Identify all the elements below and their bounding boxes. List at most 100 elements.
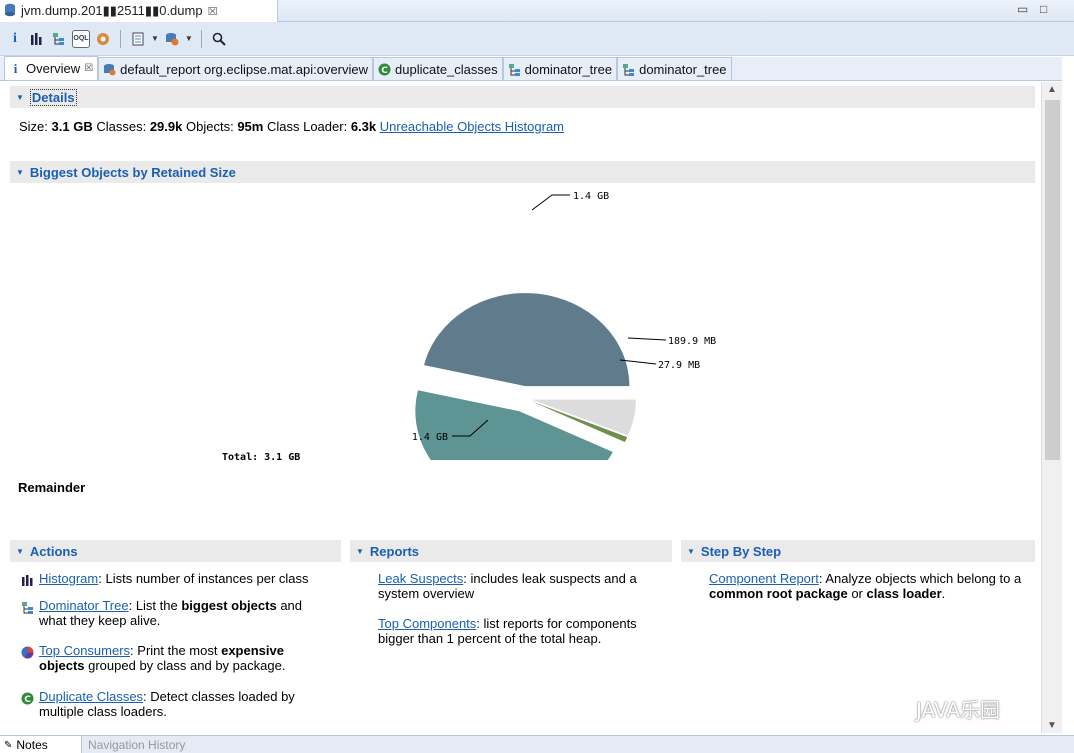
step-by-step-section-header[interactable]: ▼ Step By Step (681, 540, 1035, 562)
component-report-link[interactable]: Component Report (709, 571, 819, 586)
component-report-emphasis-package: common root package (709, 586, 848, 601)
reports-header-label[interactable]: Reports (370, 544, 419, 559)
action-top-consumers: Top Consumers: Print the most expensive … (20, 643, 329, 673)
dominator-tree-icon[interactable] (50, 30, 68, 48)
collapse-triangle-icon[interactable]: ▼ (356, 547, 364, 556)
result-tabs: i Overview ☒ default_report org.eclipse.… (0, 56, 1062, 81)
report-leak-suspects: Leak Suspects: includes leak suspects an… (378, 571, 663, 601)
histogram-icon[interactable] (28, 30, 46, 48)
step-by-step-header-label[interactable]: Step By Step (701, 544, 781, 559)
dominator-tree-link[interactable]: Dominator Tree (39, 598, 129, 613)
details-header-label[interactable]: Details (29, 88, 77, 106)
pie-label-leader (531, 194, 570, 211)
biggest-objects-header-label[interactable]: Biggest Objects by Retained Size (30, 165, 236, 180)
component-report-description: : Analyze objects which belong to a (818, 571, 1022, 586)
scroll-up-icon[interactable]: ▲ (1047, 84, 1057, 95)
collapse-triangle-icon[interactable]: ▼ (16, 93, 24, 102)
duplicate-classes-icon: C (378, 63, 391, 76)
collapse-triangle-icon[interactable]: ▼ (16, 168, 24, 177)
duplicate-classes-icon: C (20, 691, 34, 705)
reports-section-header[interactable]: ▼ Reports (350, 540, 672, 562)
tab-notes[interactable]: ✎ Notes (0, 736, 82, 753)
histogram-link[interactable]: Histogram (39, 571, 98, 586)
collapse-triangle-icon[interactable]: ▼ (687, 547, 695, 556)
pie-slice-label: 1.4 GB (573, 191, 609, 202)
actions-section-header[interactable]: ▼ Actions (10, 540, 341, 562)
histogram-description: : Lists number of instances per class (98, 571, 309, 586)
watermark-text: JAVA乐园 (916, 698, 1001, 722)
heap-dump-icon (4, 3, 16, 20)
info-icon[interactable]: i (6, 30, 24, 48)
action-duplicate-classes: C Duplicate Classes: Detect classes load… (20, 689, 329, 719)
details-section-header[interactable]: ▼ Details (10, 86, 1035, 108)
leak-suspects-icon[interactable] (163, 30, 181, 48)
component-report-period: . (941, 586, 946, 601)
leak-suspects-link[interactable]: Leak Suspects (378, 571, 463, 586)
tab-label: duplicate_classes (395, 61, 498, 77)
top-consumers-icon (20, 645, 34, 659)
toolbar-separator (200, 29, 202, 48)
search-icon[interactable] (210, 30, 228, 48)
tab-label: dominator_tree (524, 61, 613, 77)
wechat-logo-icon (880, 697, 910, 719)
editor-tab-title: jvm.dump.201▮▮2511▮▮0.dump (21, 3, 203, 18)
actions-header-label[interactable]: Actions (30, 544, 78, 559)
scroll-down-icon[interactable]: ▼ (1047, 720, 1057, 731)
scrollbar-thumb[interactable] (1045, 100, 1060, 460)
details-summary: Size: 3.1 GB Classes: 29.9k Objects: 95m… (19, 119, 564, 134)
top-consumers-link[interactable]: Top Consumers (39, 643, 130, 658)
report-icon (103, 63, 116, 76)
editor-title-bar: jvm.dump.201▮▮2511▮▮0.dump ☒ ▭ □ (0, 0, 1074, 22)
editor-tab-heap-dump[interactable]: jvm.dump.201▮▮2511▮▮0.dump ☒ (0, 0, 278, 22)
pie-slice[interactable] (424, 293, 630, 387)
top-components-link[interactable]: Top Components (378, 616, 476, 631)
tab-label: dominator_tree (639, 61, 727, 77)
overview-content: ▼ Details Size: 3.1 GB Classes: 29.9k Ob… (0, 82, 1040, 733)
close-icon[interactable]: ☒ (208, 5, 218, 18)
dominator-tree-icon (20, 600, 34, 614)
heap-dump-overview-icon[interactable] (94, 30, 112, 48)
svg-text:C: C (381, 66, 388, 76)
report-top-components: Top Components: list reports for compone… (378, 616, 663, 646)
chevron-down-icon[interactable]: ▼ (185, 34, 193, 43)
action-dominator-tree: Dominator Tree: List the biggest objects… (20, 598, 329, 628)
action-histogram: Histogram: Lists number of instances per… (20, 571, 339, 587)
pie-label-leader (627, 337, 667, 341)
chevron-down-icon[interactable]: ▼ (151, 34, 159, 43)
query-browser-icon[interactable] (129, 30, 147, 48)
pie-slice-label: 189.9 MB (668, 336, 716, 347)
duplicate-classes-link[interactable]: Duplicate Classes (39, 689, 143, 704)
tab-default-report[interactable]: default_report org.eclipse.mat.api:overv… (98, 57, 374, 80)
unreachable-objects-histogram-link[interactable]: Unreachable Objects Histogram (380, 119, 564, 134)
oql-icon[interactable]: OQL (72, 29, 90, 48)
dominator-tree-emphasis: biggest objects (181, 598, 277, 613)
classes-label: Classes: (96, 119, 147, 134)
top-consumers-description-end: grouped by class and by package. (84, 658, 286, 673)
tab-navigation-history[interactable]: Navigation History (88, 738, 185, 752)
pie-slice-label: 27.9 MB (658, 360, 700, 371)
histogram-icon (20, 573, 34, 587)
dominator-tree-description: : List the (128, 598, 182, 613)
notes-icon: ✎ (4, 739, 13, 751)
biggest-objects-section-header[interactable]: ▼ Biggest Objects by Retained Size (10, 161, 1035, 183)
size-label: Size: (19, 119, 48, 134)
vertical-scrollbar[interactable]: ▲ ▼ (1041, 82, 1062, 733)
toolbar: i OQL ▼ ▼ (0, 22, 1074, 56)
minimize-icon[interactable]: ▭ (1017, 2, 1028, 16)
maximize-icon[interactable]: □ (1040, 2, 1047, 16)
tab-label: Overview (26, 61, 81, 76)
tab-duplicate-classes[interactable]: C duplicate_classes (373, 57, 503, 80)
retained-size-pie-chart[interactable]: 1.4 GB 189.9 MB 27.9 MB 1.4 GB Total: 3.1 GB (0, 190, 760, 460)
tab-dominator-tree-1[interactable]: dominator_tree (502, 57, 618, 80)
pie-slice-label: 1.4 GB (412, 432, 448, 443)
svg-text:C: C (24, 695, 31, 705)
pie-total-label: Total: 3.1 GB (222, 452, 300, 460)
wechat-watermark: JAVA乐园 (880, 694, 1000, 723)
notes-tab-label: Notes (16, 738, 48, 752)
tab-overview[interactable]: i Overview ☒ (4, 56, 99, 80)
tab-dominator-tree-2[interactable]: dominator_tree (617, 57, 732, 80)
collapse-triangle-icon[interactable]: ▼ (16, 547, 24, 556)
tab-label: default_report org.eclipse.mat.api:overv… (120, 61, 369, 77)
close-icon[interactable]: ☒ (84, 63, 93, 74)
remainder-label: Remainder (18, 480, 86, 495)
